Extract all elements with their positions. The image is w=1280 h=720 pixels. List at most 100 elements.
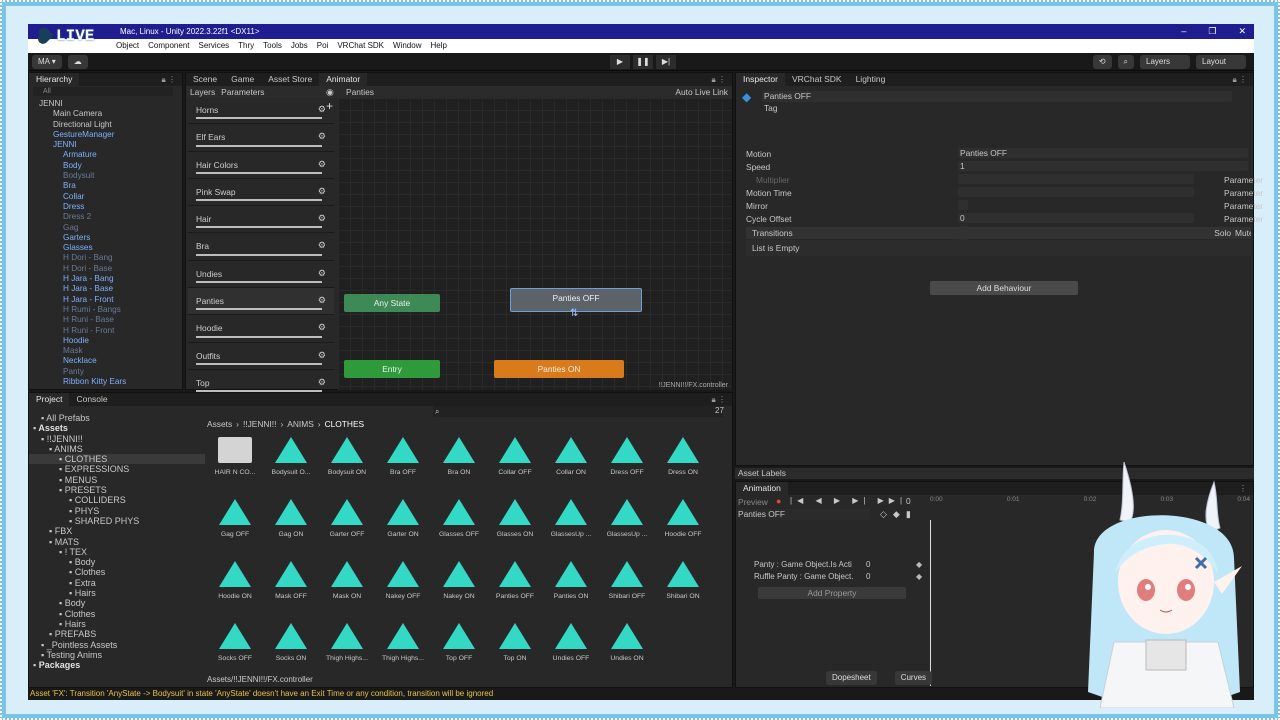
inspector-field-value[interactable] xyxy=(958,174,1194,184)
layer-item[interactable]: Elf Ears ⚙ xyxy=(188,124,334,152)
tab-project[interactable]: Project xyxy=(29,393,70,406)
asset-item[interactable]: Garter OFF xyxy=(323,499,371,538)
hierarchy-row[interactable]: JENNI xyxy=(29,99,182,109)
asset-item[interactable]: Mask OFF xyxy=(267,561,315,600)
gear-icon[interactable]: ⚙ xyxy=(318,268,326,279)
asset-item[interactable]: Shibari OFF xyxy=(603,561,651,600)
layer-weight-bar[interactable] xyxy=(196,117,322,120)
asset-item[interactable]: Collar OFF xyxy=(491,437,539,476)
layer-item[interactable]: Hair Colors ⚙ xyxy=(188,152,334,179)
frame-field[interactable]: 0 xyxy=(906,496,911,506)
state-panties-on[interactable]: Panties ON xyxy=(494,360,624,378)
asset-item[interactable]: Hoodie ON xyxy=(211,561,259,600)
menu-thry[interactable]: Thry xyxy=(238,39,254,53)
asset-item[interactable]: Thigh Highs... xyxy=(379,623,427,662)
hierarchy-row[interactable]: Body xyxy=(29,161,182,171)
lock-icon[interactable]: 🔒︎ ⋮ xyxy=(712,393,726,406)
project-tree-item[interactable]: ▪ Body xyxy=(29,557,205,567)
asset-item[interactable]: Top OFF xyxy=(435,623,483,662)
tab-asset-store[interactable]: Asset Store xyxy=(261,73,319,86)
breadcrumb-anims[interactable]: ANIMS xyxy=(287,419,314,430)
animated-property[interactable]: Panty : Game Object.Is Acti 0 ◆ xyxy=(754,560,924,569)
hierarchy-row[interactable]: Dress xyxy=(29,202,182,212)
asset-item[interactable]: Gag OFF xyxy=(211,499,259,538)
parameter-toggle[interactable]: Parameter xyxy=(1224,188,1263,198)
state-any-state[interactable]: Any State xyxy=(344,294,440,312)
layer-weight-bar[interactable] xyxy=(196,335,322,338)
lock-icon[interactable]: 🔒︎ ⋮ xyxy=(712,73,726,86)
asset-item[interactable]: GlassesUp ... xyxy=(547,499,595,538)
parameter-toggle[interactable]: Parameter xyxy=(1224,201,1263,211)
hierarchy-row[interactable]: Necklace xyxy=(29,356,182,366)
hierarchy-row[interactable]: Garters xyxy=(29,233,182,243)
gear-icon[interactable]: ⚙ xyxy=(318,295,326,306)
preview-toggle[interactable]: Preview xyxy=(738,497,768,507)
keyframe-icon[interactable]: ◆ xyxy=(916,560,922,569)
inspector-field-value[interactable]: Panties OFF xyxy=(958,148,1248,158)
menu-vrchat-sdk[interactable]: VRChat SDK xyxy=(337,39,384,53)
asset-item[interactable]: Bodysuit ON xyxy=(323,437,371,476)
menu-jobs[interactable]: Jobs xyxy=(291,39,308,53)
asset-item[interactable]: Undies OFF xyxy=(547,623,595,662)
asset-item[interactable]: Collar ON xyxy=(547,437,595,476)
layer-weight-bar[interactable] xyxy=(196,362,322,365)
asset-item[interactable]: Thigh Highs... xyxy=(323,623,371,662)
tab-vrchat-sdk[interactable]: VRChat SDK xyxy=(785,73,849,86)
project-tree-item[interactable]: ▪ ANIMS xyxy=(29,444,205,454)
layer-item[interactable]: Hoodie ⚙ xyxy=(188,315,334,343)
hierarchy-row[interactable]: Dress 2 xyxy=(29,212,182,222)
hierarchy-row[interactable]: H Rumi - Bangs xyxy=(29,305,182,315)
state-name-field[interactable]: Panties OFF xyxy=(762,91,1232,102)
tab-curves[interactable]: Curves xyxy=(894,671,933,685)
hierarchy-row[interactable]: Gag xyxy=(29,223,182,233)
asset-item[interactable]: Gag ON xyxy=(267,499,315,538)
gear-icon[interactable]: ⚙ xyxy=(318,186,326,197)
layer-weight-bar[interactable] xyxy=(196,308,322,311)
pause-icon[interactable]: ❚❚ xyxy=(633,55,653,69)
asset-item[interactable]: GlassesUp ... xyxy=(603,499,651,538)
project-search[interactable]: ⌕ xyxy=(433,406,723,417)
layer-item[interactable]: Hair ⚙ xyxy=(188,206,334,234)
hierarchy-row[interactable]: Directional Light xyxy=(29,120,182,130)
asset-item[interactable]: Glasses ON xyxy=(491,499,539,538)
close-button[interactable]: ✕ xyxy=(1238,24,1246,39)
tab-console[interactable]: Console xyxy=(69,393,114,406)
tab-scene[interactable]: Scene xyxy=(186,73,224,86)
step-icon[interactable]: ▶| xyxy=(656,55,676,69)
hierarchy-row[interactable]: GestureManager xyxy=(29,130,182,140)
project-tree-item[interactable]: ▪ _Pointless Assets xyxy=(29,640,205,650)
account-dropdown[interactable]: MA ▾ xyxy=(32,55,62,69)
asset-item[interactable]: Undies ON xyxy=(603,623,651,662)
asset-item[interactable]: Top ON xyxy=(491,623,539,662)
lock-icon[interactable]: 🔒︎ ⋮ xyxy=(162,73,176,86)
history-icon[interactable]: ⟲ xyxy=(1092,55,1112,69)
inspector-field-value[interactable]: 1 xyxy=(958,161,1248,171)
project-tree-item[interactable]: ▪ MATS xyxy=(29,537,205,547)
breadcrumb-clothes[interactable]: CLOTHES xyxy=(325,419,365,430)
add-behaviour-button[interactable]: Add Behaviour xyxy=(930,281,1078,295)
menu-tools[interactable]: Tools xyxy=(263,39,282,53)
asset-item[interactable]: Socks OFF xyxy=(211,623,259,662)
hierarchy-row[interactable]: Ribbon Kitty Ears xyxy=(29,377,182,387)
tab-hierarchy[interactable]: Hierarchy xyxy=(29,73,80,86)
play-icon[interactable]: ▶ xyxy=(610,55,630,69)
record-icon[interactable]: ● xyxy=(776,496,781,506)
hierarchy-row[interactable]: Bodysuit xyxy=(29,171,182,181)
asset-item[interactable]: Bodysuit O... xyxy=(267,437,315,476)
asset-item[interactable]: Glasses OFF xyxy=(435,499,483,538)
layer-item[interactable]: Horns ⚙ xyxy=(188,97,334,125)
project-tree-item[interactable]: ▪ PHYS xyxy=(29,506,205,516)
asset-item[interactable]: Bra OFF xyxy=(379,437,427,476)
minimize-button[interactable]: – xyxy=(1181,24,1186,39)
asset-item[interactable]: Panties ON xyxy=(547,561,595,600)
playback-controls-icon[interactable]: |◀ ◀ ▶ ▶| ▶▶| xyxy=(790,496,907,505)
asset-item[interactable]: Bra ON xyxy=(435,437,483,476)
project-tree-item[interactable]: ▪ FBX xyxy=(29,526,205,536)
project-tree-item[interactable]: ▪ Packages xyxy=(29,660,205,670)
layer-weight-bar[interactable] xyxy=(196,144,322,147)
project-tree-item[interactable]: ▪ Clothes xyxy=(29,567,205,577)
gear-icon[interactable]: ⚙ xyxy=(318,213,326,224)
hierarchy-row[interactable]: H Jara - Base xyxy=(29,284,182,294)
hierarchy-row[interactable]: H Runi - Front xyxy=(29,326,182,336)
project-tree-item[interactable]: ▪ Body xyxy=(29,598,205,608)
